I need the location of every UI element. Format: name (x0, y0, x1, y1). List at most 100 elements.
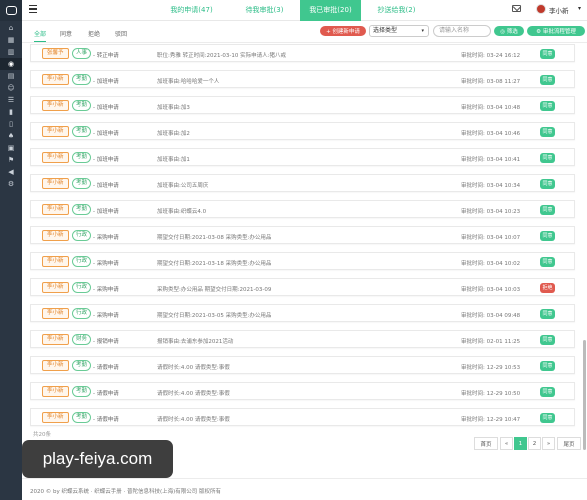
status-badge: 同意 (540, 205, 555, 215)
app-logo[interactable] (0, 0, 22, 21)
page-2-button[interactable]: 2 (528, 437, 541, 450)
calendar-icon[interactable]: ▤ (0, 70, 22, 82)
approval-time: 审批时间: 02-01 11:25 (461, 339, 521, 345)
request-type: - 报销申请 (93, 339, 119, 345)
category-tag: 行政 (72, 230, 92, 241)
approval-flow-manage-button[interactable]: ⚙ 审批流程管理 (527, 26, 585, 36)
category-tag: 考勤 (72, 178, 92, 189)
status-badge: 同意 (540, 309, 555, 319)
page-first-button[interactable]: 首页 (474, 437, 498, 450)
category-tag: 行政 (72, 282, 92, 293)
book-icon[interactable]: ▮ (0, 106, 22, 118)
footer: 2020 © by 织蝶云系统 · 织蝶云手册 · 普陀信息科技(上海)有限公司… (22, 478, 587, 495)
filter-all[interactable]: 全部 (34, 29, 47, 42)
table-row[interactable]: 李小新 考勤 - 加班申请 加班事由:加2 审批时间: 03-04 10:46 同意 (30, 122, 575, 140)
approval-time: 审批时间: 12-29 10:53 (461, 365, 521, 371)
table-row[interactable]: 李小新 考勤 - 加班申请 加班事由:哈哈哈爱一个人 审批时间: 03-08 11:27… (30, 70, 575, 88)
users-icon[interactable]: ☺ (0, 82, 22, 94)
request-detail: 加班事由:加3 (157, 105, 190, 111)
chevron-down-icon[interactable]: ▾ (578, 5, 581, 12)
page-1-button[interactable]: 1 (514, 437, 527, 450)
table-row[interactable]: 李小新 考勤 - 加班申请 加班事由:织蝶云4.0 审批时间: 03-04 10:23 同… (30, 200, 575, 218)
approval-time: 审批时间: 03-04 09:48 (461, 313, 521, 319)
footer-text: 2020 © by 织蝶云系统 · 织蝶云手册 · 普陀信息科技(上海)有限公司… (30, 489, 222, 495)
applicant-tag: 李小新 (42, 204, 69, 215)
page-next-button[interactable]: » (542, 437, 555, 450)
menu-toggle-icon[interactable] (29, 5, 37, 15)
approval-tabs: 我的申请(47) 待我审批(3) 我已审批(20) 抄送给我(2) (154, 0, 432, 21)
request-detail: 期望交付日期:2021-03-18 采购类型:办公用品 (157, 261, 272, 267)
applicant-tag: 李小新 (42, 256, 69, 267)
page-last-button[interactable]: 尾页 (557, 437, 581, 450)
category-tag: 考勤 (72, 412, 92, 423)
request-detail: 请假时长:4.00 请假类型:事假 (157, 417, 230, 423)
table-row[interactable]: 李小新 行政 - 采购申请 期望交付日期:2021-03-05 采购类型:办公用品 审批… (30, 304, 575, 322)
filter-agree[interactable]: 同意 (60, 29, 72, 38)
tab-pending-approval[interactable]: 待我审批(3) (229, 0, 300, 21)
table-row[interactable]: 李小新 行政 - 采购申请 期望交付日期:2021-03-18 采购类型:办公用品 审批… (30, 252, 575, 270)
scrollbar[interactable] (583, 340, 586, 450)
settings-icon[interactable]: ⚙ (0, 178, 22, 190)
list-icon[interactable]: ☰ (0, 94, 22, 106)
category-tag: 考勤 (72, 100, 92, 111)
filter-reject[interactable]: 拒绝 (88, 29, 100, 38)
request-type: - 采购申请 (93, 235, 119, 241)
request-detail: 加班事由:哈哈哈爱一个人 (157, 79, 220, 85)
applicant-tag: 李小新 (42, 308, 69, 319)
table-row[interactable]: 李小新 财务 - 报销申请 报销事由:去浦东参加2021活动 审批时间: 02-01 1… (30, 330, 575, 348)
approval-time: 审批时间: 03-04 10:03 (461, 287, 521, 293)
page-prev-button[interactable]: « (500, 437, 513, 450)
avatar[interactable] (536, 4, 546, 14)
lightbulb-icon[interactable]: ♠ (0, 130, 22, 142)
request-detail: 加班事由:织蝶云4.0 (157, 209, 207, 215)
type-select[interactable]: 选择类型 ▾ (369, 25, 429, 37)
tab-my-applications[interactable]: 我的申请(47) (154, 0, 229, 21)
create-application-button[interactable]: + 创建新申请 (320, 26, 366, 36)
table-row[interactable]: 李小新 考勤 - 加班申请 加班事由:公司五周庆 审批时间: 03-04 10:34 同意 (30, 174, 575, 192)
request-type: - 加班申请 (93, 131, 119, 137)
request-detail: 期望交付日期:2021-03-05 采购类型:办公用品 (157, 313, 272, 319)
table-row[interactable]: 李小新 考勤 - 加班申请 加班事由:加1 审批时间: 03-04 10:41 同意 (30, 148, 575, 166)
table-row[interactable]: 李小新 考勤 - 请假申请 请假时长:4.00 请假类型:事假 审批时间: 12-29 … (30, 356, 575, 374)
applicant-tag: 李小新 (42, 152, 69, 163)
category-tag: 财务 (72, 334, 92, 345)
tab-cc-to-me[interactable]: 抄送给我(2) (361, 0, 432, 21)
category-tag: 行政 (72, 256, 92, 267)
tab-approved-by-me[interactable]: 我已审批(20) (300, 0, 361, 21)
dashboard-icon[interactable]: ⌂ (0, 22, 22, 34)
request-type: - 采购申请 (93, 261, 119, 267)
filter-button[interactable]: ◎ 筛选 (494, 26, 524, 36)
category-tag: 考勤 (72, 152, 92, 163)
list-toolbar: 全部 同意 拒绝 驳回 + 创建新申请 选择类型 ▾ 请输入名称 ◎ 筛选 ⚙ … (22, 21, 587, 43)
approval-time: 审批时间: 03-24 16:12 (461, 53, 521, 59)
table-row[interactable]: 李小新 行政 - 采购申请 期望交付日期:2021-03-08 采购类型:办公用品 审批… (30, 226, 575, 244)
category-tag: 行政 (72, 308, 92, 319)
request-type: - 加班申请 (93, 79, 119, 85)
category-tag: 考勤 (72, 386, 92, 397)
table-row[interactable]: 张馨予 人事 - 转正申请 职位:秀雅 转正时间:2021-03-10 实际申请人:猪… (30, 44, 575, 62)
category-tag: 考勤 (72, 74, 92, 85)
mail-icon[interactable] (512, 5, 521, 12)
request-type: - 转正申请 (93, 53, 119, 59)
megaphone-icon[interactable]: ◀ (0, 166, 22, 178)
user-name[interactable]: 李小新 (549, 5, 569, 15)
status-badge: 同意 (540, 335, 555, 345)
table-row[interactable]: 李小新 考勤 - 请假申请 请假时长:4.00 请假类型:事假 审批时间: 12-29 … (30, 408, 575, 426)
approval-time: 审批时间: 03-08 11:27 (461, 79, 521, 85)
status-badge: 同意 (540, 387, 555, 397)
category-tag: 考勤 (72, 360, 92, 371)
status-badge: 同意 (540, 101, 555, 111)
image-icon[interactable]: ▣ (0, 142, 22, 154)
search-input[interactable]: 请输入名称 (433, 25, 491, 37)
approval-icon[interactable]: ◉ (0, 58, 22, 70)
filter-return[interactable]: 驳回 (115, 29, 127, 38)
table-row[interactable]: 李小新 考勤 - 请假申请 请假时长:4.00 请假类型:事假 审批时间: 12-29 … (30, 382, 575, 400)
top-bar: 我的申请(47) 待我审批(3) 我已审批(20) 抄送给我(2) 李小新 ▾ (22, 0, 587, 21)
grid-icon[interactable]: ▦ (0, 34, 22, 46)
table-row[interactable]: 李小新 考勤 - 加班申请 加班事由:加3 审批时间: 03-04 10:48 同意 (30, 96, 575, 114)
flag-icon[interactable]: ⚑ (0, 154, 22, 166)
table-row[interactable]: 李小新 行政 - 采购申请 采购类型:办公用品 期望交付日期:2021-03-09 审批… (30, 278, 575, 296)
request-type: - 加班申请 (93, 183, 119, 189)
chart-icon[interactable]: ▥ (0, 46, 22, 58)
document-icon[interactable]: ▯ (0, 118, 22, 130)
